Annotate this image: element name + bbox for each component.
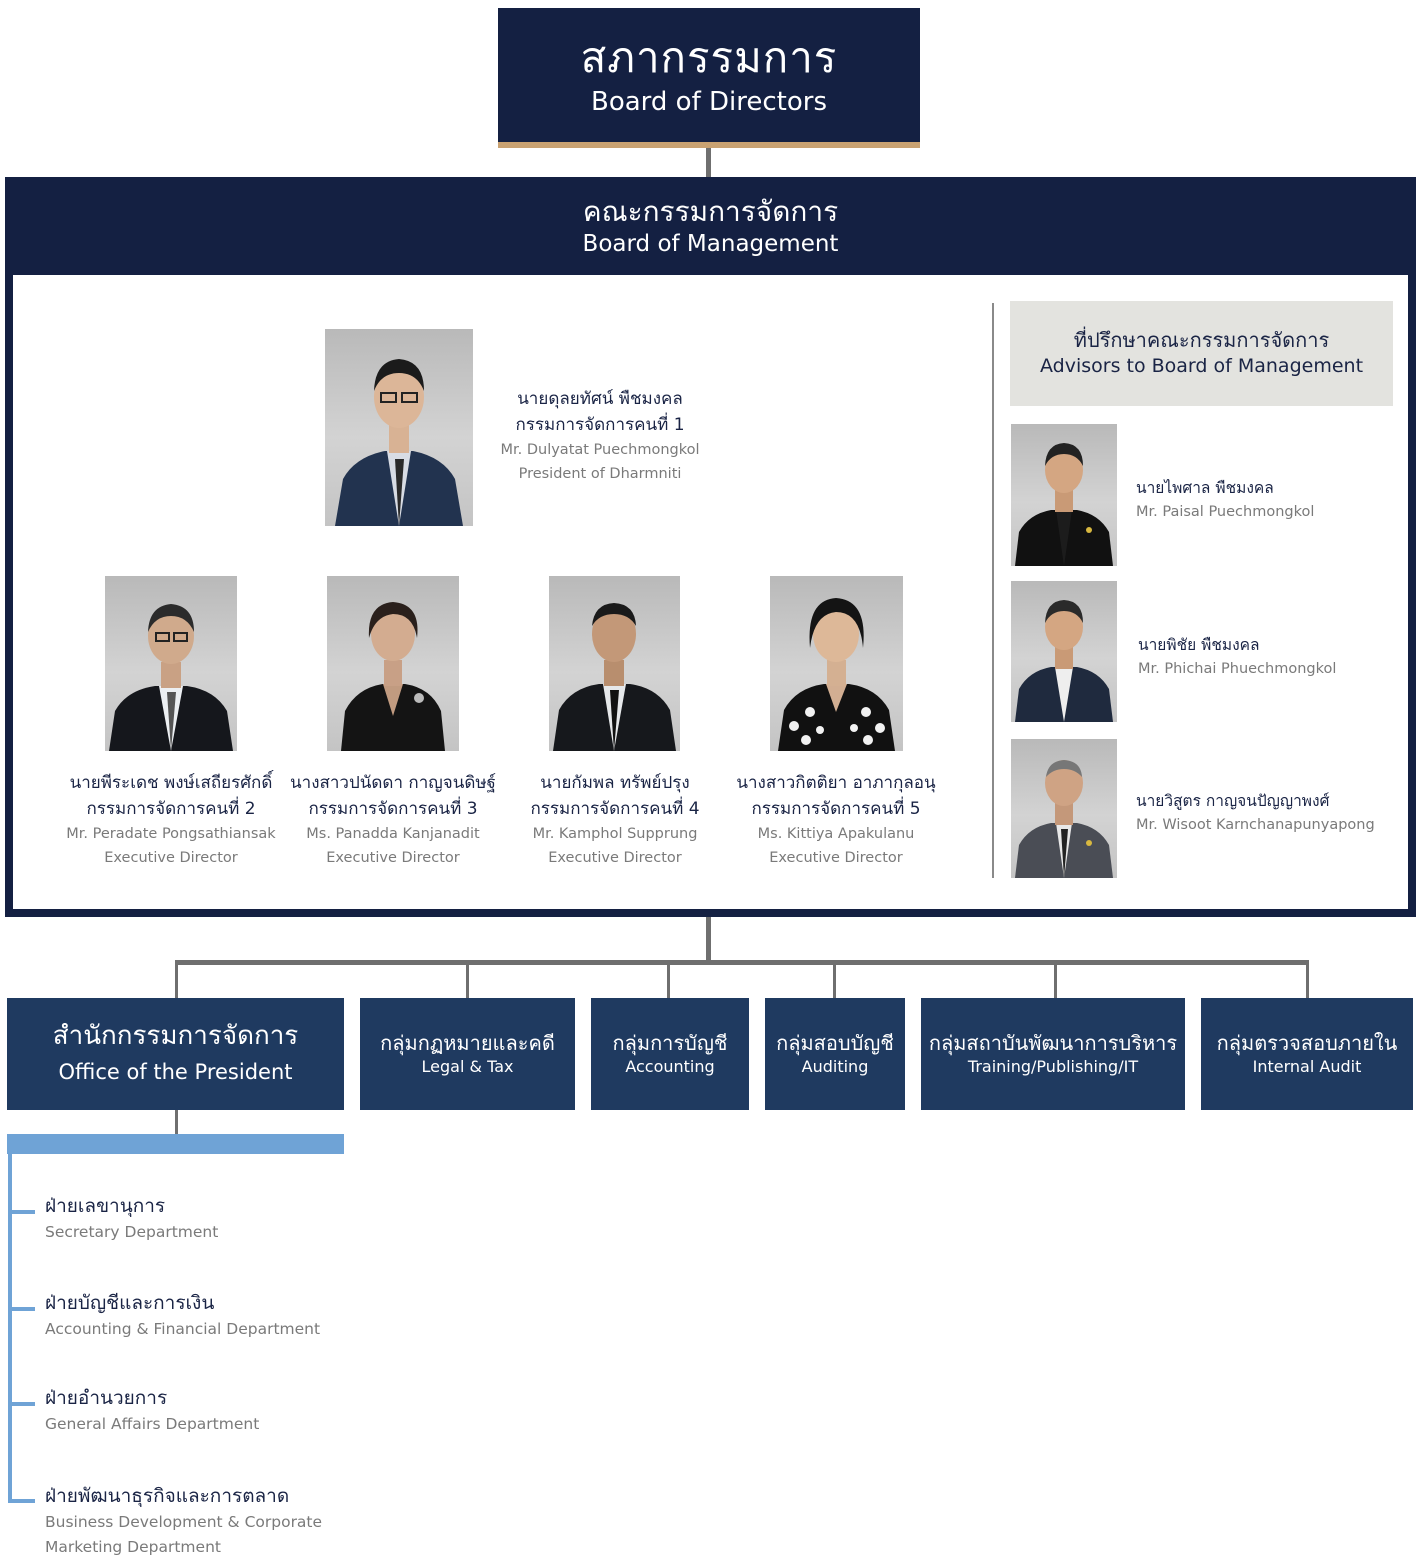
advisors-divider: [992, 303, 994, 878]
dept-auditing: กลุ่มสอบบัญชี Auditing: [765, 998, 905, 1110]
division-secretary-th: ฝ่ายเลขานุการ: [45, 1195, 166, 1217]
director-3-title-en: Executive Director: [326, 850, 460, 866]
office-sub-tick-3: [8, 1402, 35, 1406]
director-5-title-en: Executive Director: [769, 850, 903, 866]
director-5-name-en: Ms. Kittiya Apakulanu: [757, 826, 915, 842]
board-of-management-header: คณะกรรมการจัดการ Board of Management: [5, 177, 1416, 275]
dept-legal-tax: กลุ่มกฏหมายและคดี Legal & Tax: [360, 998, 575, 1110]
director-2-title-en: Executive Director: [104, 850, 238, 866]
dept-legal-th: กลุ่มกฏหมายและคดี: [380, 1030, 555, 1055]
connector-drop-audit: [1306, 960, 1309, 998]
office-division-accounting-financial: ฝ่ายบัญชีและการเงิน Accounting & Financi…: [45, 1289, 320, 1342]
division-general-affairs-th: ฝ่ายอำนวยการ: [45, 1387, 168, 1409]
advisor-2-caption: นายพิชัย พืชมงคล Mr. Phichai Phuechmongk…: [1138, 633, 1336, 681]
dept-training-th: กลุ่มสถาบันพัฒนาการบริหาร: [928, 1030, 1178, 1055]
advisors-header: ที่ปรึกษาคณะกรรมการจัดการ Advisors to Bo…: [1010, 301, 1393, 406]
division-accounting-th: ฝ่ายบัญชีและการเงิน: [45, 1292, 215, 1314]
advisor-1-photo: [1011, 424, 1117, 566]
connector-drop-office: [175, 960, 178, 998]
connector-office-sub: [175, 1110, 178, 1134]
director-4-title-en: Executive Director: [548, 850, 682, 866]
dept-accounting-th: กลุ่มการบัญชี: [612, 1030, 728, 1055]
office-division-business-development: ฝ่ายพัฒนาธุรกิจและการตลาด Business Devel…: [45, 1482, 322, 1559]
director-5-title-th: กรรมการจัดการคนที่ 5: [751, 799, 921, 819]
dept-auditing-th: กลุ่มสอบบัญชี: [776, 1030, 894, 1055]
dept-internal-audit-en: Internal Audit: [1252, 1056, 1362, 1076]
dept-accounting-en: Accounting: [625, 1056, 715, 1076]
advisor-3-caption: นายวิสูตร กาญจนปัญญาพงศ์ Mr. Wisoot Karn…: [1136, 789, 1375, 837]
dept-office-th: สำนักกรรมการจัดการ: [52, 1021, 299, 1052]
director-2-caption: นายพีระเดช พงษ์เสถียรศักดิ์ กรรมการจัดกา…: [55, 770, 287, 870]
president-photo: [325, 329, 473, 526]
dept-legal-en: Legal & Tax: [421, 1056, 514, 1076]
bom-title-th: คณะกรรมการจัดการ: [582, 195, 839, 229]
dept-office-of-the-president: สำนักกรรมการจัดการ Office of the Preside…: [7, 998, 344, 1110]
office-division-secretary: ฝ่ายเลขานุการ Secretary Department: [45, 1192, 218, 1245]
office-sub-spine: [8, 1154, 12, 1503]
advisor-1-name-th: นายไพศาล พืชมงคล: [1136, 479, 1274, 497]
division-business-dev-en-line2: Marketing Department: [45, 1538, 221, 1556]
director-3-photo: [327, 576, 459, 751]
advisor-2-name-en: Mr. Phichai Phuechmongkol: [1138, 661, 1337, 677]
president-title-th: กรรมการจัดการคนที่ 1: [515, 415, 685, 435]
director-3-caption: นางสาวปนัดดา กาญจนดิษฐ์ กรรมการจัดการคนท…: [283, 770, 503, 870]
office-sub-tick-1: [8, 1210, 35, 1214]
president-caption: นายดุลยทัศน์ พืชมงคล กรรมการจัดการคนที่ …: [480, 386, 720, 486]
dept-auditing-en: Auditing: [801, 1056, 869, 1076]
advisor-3-name-th: นายวิสูตร กาญจนปัญญาพงศ์: [1136, 792, 1330, 810]
advisor-1-caption: นายไพศาล พืชมงคล Mr. Paisal Puechmongkol: [1136, 476, 1314, 524]
division-business-dev-en: Business Development & Corporate: [45, 1513, 323, 1531]
connector-drop-training: [1054, 960, 1057, 998]
director-2-photo: [105, 576, 237, 751]
advisor-3-name-en: Mr. Wisoot Karnchanapunyapong: [1136, 817, 1375, 833]
director-5-caption: นางสาวกิตติยา อาภากุลอนุ กรรมการจัดการคน…: [728, 770, 944, 870]
advisor-1-name-en: Mr. Paisal Puechmongkol: [1136, 504, 1315, 520]
division-general-affairs-en: General Affairs Department: [45, 1415, 260, 1433]
dept-internal-audit: กลุ่มตรวจสอบภายใน Internal Audit: [1201, 998, 1413, 1110]
office-sub-bar: [7, 1134, 344, 1154]
director-3-name-en: Ms. Panadda Kanjanadit: [306, 826, 480, 842]
director-4-title-th: กรรมการจัดการคนที่ 4: [530, 799, 700, 819]
office-division-general-affairs: ฝ่ายอำนวยการ General Affairs Department: [45, 1384, 259, 1437]
advisor-3-photo: [1011, 739, 1117, 878]
bod-title-th: สภากรรมการ: [580, 32, 838, 82]
president-name-th: นายดุลยทัศน์ พืชมงคล: [517, 389, 683, 409]
board-of-directors-box: สภากรรมการ Board of Directors: [498, 8, 920, 148]
dept-office-en: Office of the President: [58, 1060, 293, 1085]
director-2-name-en: Mr. Peradate Pongsathiansak: [66, 826, 276, 842]
dept-internal-audit-th: กลุ่มตรวจสอบภายใน: [1216, 1030, 1398, 1055]
director-2-name-th: นายพีระเดช พงษ์เสถียรศักดิ์: [69, 773, 273, 793]
director-5-photo: [770, 576, 903, 751]
dept-training-publishing-it: กลุ่มสถาบันพัฒนาการบริหาร Training/Publi…: [921, 998, 1185, 1110]
office-sub-tick-2: [8, 1307, 35, 1311]
dept-training-en: Training/Publishing/IT: [967, 1056, 1139, 1076]
director-4-name-th: นายกัมพล ทรัพย์ปรุง: [540, 773, 690, 793]
connector-drop-auditing: [833, 960, 836, 998]
president-name-en: Mr. Dulyatat Puechmongkol: [500, 442, 700, 458]
director-4-name-en: Mr. Kamphol Supprung: [532, 826, 698, 842]
director-3-title-th: กรรมการจัดการคนที่ 3: [308, 799, 478, 819]
director-4-caption: นายกัมพล ทรัพย์ปรุง กรรมการจัดการคนที่ 4…: [506, 770, 724, 870]
connector-drop-legal: [466, 960, 469, 998]
division-business-dev-th: ฝ่ายพัฒนาธุรกิจและการตลาด: [45, 1485, 290, 1507]
connector-bod-bom: [706, 148, 711, 178]
office-sub-tick-4: [8, 1499, 35, 1503]
bom-title-en: Board of Management: [582, 230, 839, 257]
director-2-title-th: กรรมการจัดการคนที่ 2: [86, 799, 256, 819]
advisors-title-en: Advisors to Board of Management: [1039, 355, 1364, 378]
division-accounting-en: Accounting & Financial Department: [45, 1320, 321, 1338]
director-5-name-th: นางสาวกิตติยา อาภากุลอนุ: [736, 773, 936, 793]
bod-title-en: Board of Directors: [591, 87, 827, 118]
director-3-name-th: นางสาวปนัดดา กาญจนดิษฐ์: [290, 773, 496, 793]
advisors-title-th: ที่ปรึกษาคณะกรรมการจัดการ: [1073, 328, 1330, 353]
president-title-en: President of Dharmniti: [518, 466, 682, 482]
connector-horizontal: [175, 960, 1309, 965]
dept-accounting: กลุ่มการบัญชี Accounting: [591, 998, 749, 1110]
connector-bom-depts: [706, 917, 711, 963]
division-secretary-en: Secretary Department: [45, 1223, 219, 1241]
advisor-2-name-th: นายพิชัย พืชมงคล: [1138, 636, 1260, 654]
director-4-photo: [549, 576, 680, 751]
connector-drop-accounting: [667, 960, 670, 998]
advisor-2-photo: [1011, 581, 1117, 722]
